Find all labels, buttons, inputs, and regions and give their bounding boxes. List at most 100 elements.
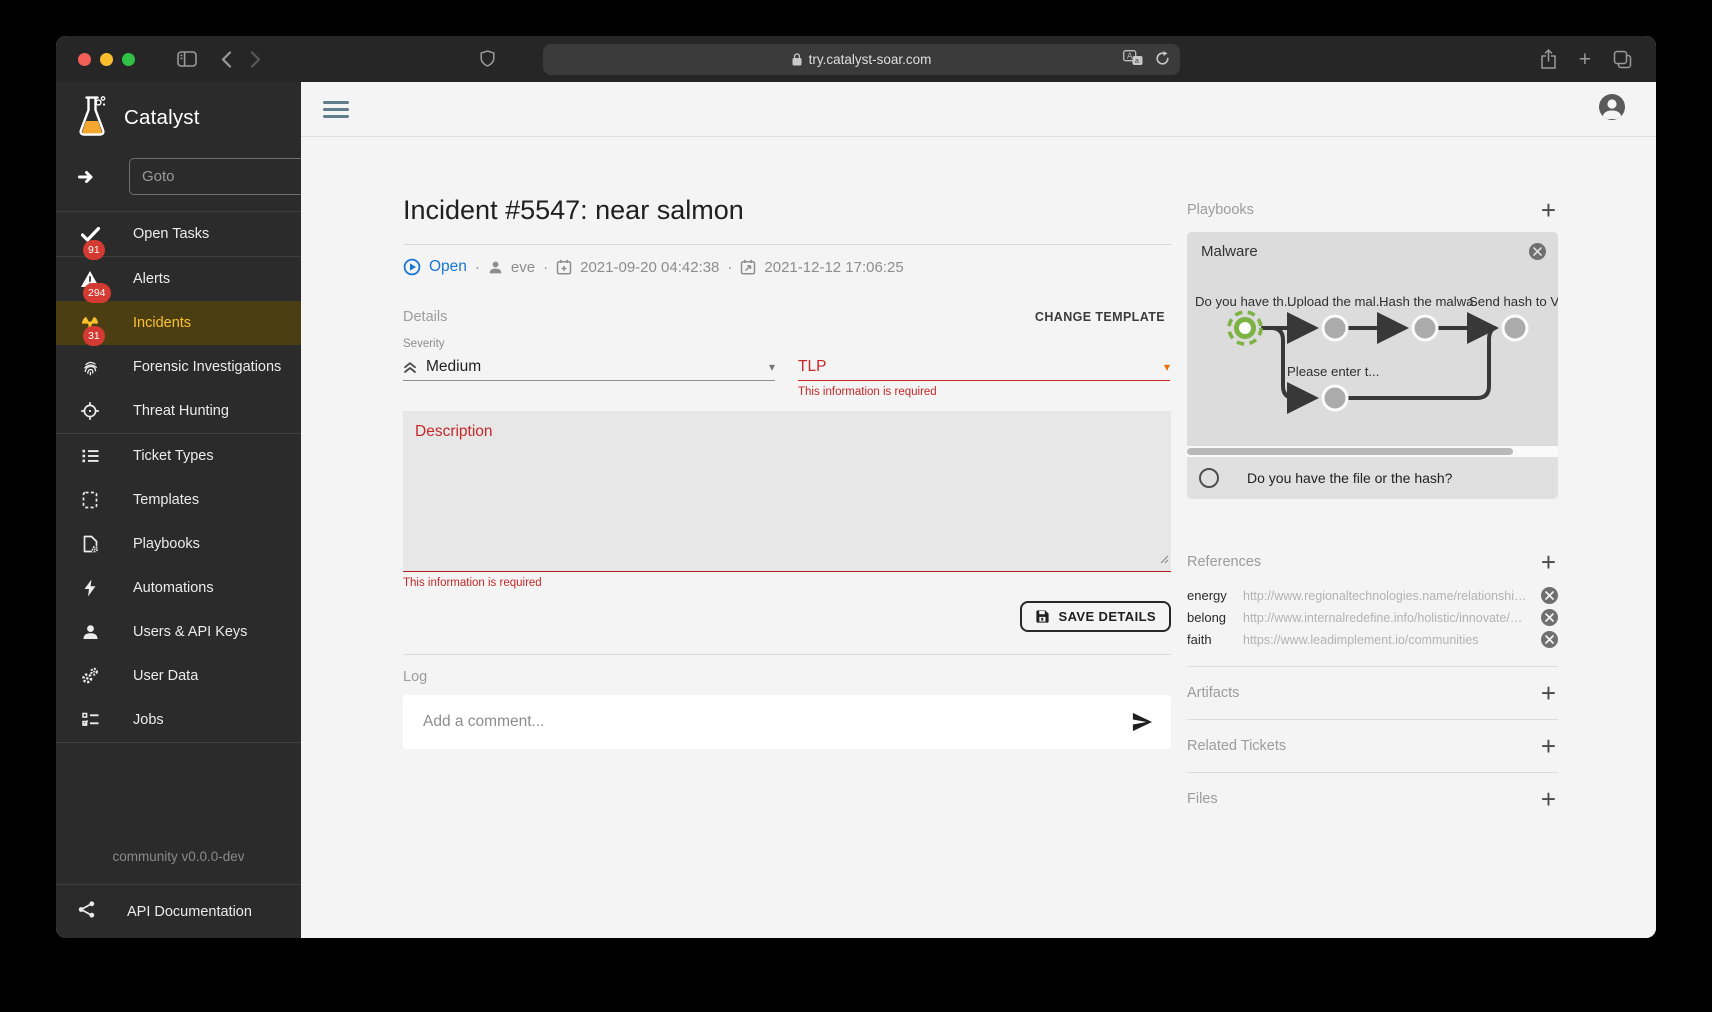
divider: [56, 742, 301, 743]
sidebar-item-users-api-keys[interactable]: Users & API Keys: [56, 610, 301, 654]
add-related-ticket-button[interactable]: +: [1539, 736, 1558, 756]
share-icon[interactable]: [1540, 49, 1557, 69]
remove-reference-button[interactable]: [1541, 587, 1558, 604]
new-tab-button[interactable]: +: [1579, 49, 1591, 70]
artifacts-section: Artifacts +: [1187, 667, 1558, 719]
send-icon[interactable]: [1131, 712, 1153, 732]
comment-input[interactable]: [421, 712, 1131, 732]
comment-box: [403, 695, 1171, 749]
remove-reference-button[interactable]: [1541, 631, 1558, 648]
remove-playbook-button[interactable]: [1529, 243, 1546, 260]
created-at: 2021-09-20 04:42:38: [580, 259, 719, 276]
status-row: Open · eve · 2021-09-20 04:42:38 ·: [403, 258, 1171, 276]
side-panel: Playbooks + Malware: [1187, 157, 1558, 938]
node-label: Hash the malwa.: [1379, 294, 1477, 309]
template-icon: [78, 491, 102, 509]
status-open-icon[interactable]: [403, 258, 421, 276]
playbook-scrollbar[interactable]: [1187, 446, 1558, 457]
description-error: This information is required: [403, 577, 1171, 589]
save-icon: [1035, 609, 1050, 624]
menu-icon[interactable]: [323, 101, 349, 118]
minimize-window-button[interactable]: [100, 53, 113, 66]
sidebar-item-alerts[interactable]: 294 Alerts: [56, 257, 301, 301]
sidebar-item-open-tasks[interactable]: 91 Open Tasks: [56, 212, 301, 256]
node-label: Please enter t...: [1287, 364, 1379, 379]
sidebar-item-jobs[interactable]: Jobs: [56, 698, 301, 742]
reference-row: belong http://www.internalredefine.info/…: [1187, 607, 1558, 628]
separator: ·: [475, 259, 480, 276]
remove-reference-button[interactable]: [1541, 609, 1558, 626]
user-icon: [78, 624, 102, 640]
workflow-node: [1323, 316, 1347, 340]
node-label: Send hash to V: [1469, 294, 1558, 309]
sidebar-item-templates[interactable]: Templates: [56, 478, 301, 522]
resize-handle[interactable]: [1159, 551, 1169, 569]
lock-icon: [792, 53, 802, 66]
sidebar-item-user-data[interactable]: User Data: [56, 654, 301, 698]
main-area: Incident #5547: near salmon Open · eve ·: [301, 82, 1656, 938]
sidebar-item-incidents[interactable]: 31 Incidents: [56, 301, 301, 345]
add-reference-button[interactable]: +: [1539, 552, 1558, 572]
open-tasks-badge: 91: [83, 240, 105, 260]
close-window-button[interactable]: [78, 53, 91, 66]
tlp-field[interactable]: TLP ▾ This information is required: [798, 338, 1170, 398]
status-label[interactable]: Open: [429, 258, 467, 276]
fingerprint-icon: [78, 359, 102, 376]
details-section-label: Details: [403, 309, 447, 325]
list-icon: [78, 448, 102, 464]
browser-titlebar: try.catalyst-soar.com Aa +: [56, 36, 1656, 82]
artifacts-section-label: Artifacts: [1187, 685, 1239, 701]
add-artifact-button[interactable]: +: [1539, 683, 1558, 703]
share-nodes-icon: [78, 901, 96, 923]
translate-icon[interactable]: Aa: [1123, 50, 1143, 69]
goto-row: [56, 154, 301, 211]
sidebar-item-automations[interactable]: Automations: [56, 566, 301, 610]
svg-text:A: A: [1127, 52, 1133, 61]
severity-field[interactable]: Severity Medium ▾: [403, 338, 775, 398]
goto-arrow-icon: [78, 169, 98, 185]
reload-icon[interactable]: [1155, 51, 1170, 69]
sidebar-toggle-icon[interactable]: [177, 51, 197, 67]
forward-button[interactable]: [250, 51, 261, 68]
sidebar-item-threat-hunting[interactable]: Threat Hunting: [56, 389, 301, 433]
modified-at: 2021-12-12 17:06:25: [764, 259, 903, 276]
separator: ·: [727, 259, 732, 276]
sidebar: Catalyst 91 Open Tasks 294: [56, 82, 301, 938]
node-label: Do you have th...: [1195, 294, 1295, 309]
add-file-button[interactable]: +: [1539, 789, 1558, 809]
save-details-button[interactable]: SAVE DETAILS: [1020, 601, 1172, 632]
task-question: Do you have the file or the hash?: [1247, 470, 1452, 486]
sidebar-item-ticket-types[interactable]: Ticket Types: [56, 434, 301, 478]
separator: ·: [543, 259, 548, 276]
privacy-shield-icon[interactable]: [480, 50, 495, 67]
app-bar: [301, 82, 1656, 137]
bolt-icon: [78, 579, 102, 597]
app-name: Catalyst: [124, 106, 200, 130]
playbook-workflow-diagram[interactable]: Do you have th... Upload the mal... Hash…: [1187, 260, 1558, 446]
sidebar-item-forensic-investigations[interactable]: Forensic Investigations: [56, 345, 301, 389]
reference-row: energy http://www.regionaltechnologies.n…: [1187, 585, 1558, 606]
description-textarea[interactable]: Description: [403, 411, 1171, 572]
related-tickets-section: Related Tickets +: [1187, 720, 1558, 772]
scrollbar-thumb[interactable]: [1187, 448, 1513, 455]
description-placeholder: Description: [415, 423, 493, 440]
page-title: Incident #5547: near salmon: [403, 195, 1171, 226]
address-bar[interactable]: try.catalyst-soar.com Aa: [543, 44, 1180, 75]
dropdown-caret-icon: ▾: [769, 360, 775, 374]
task-status-circle[interactable]: [1199, 468, 1219, 488]
change-template-button[interactable]: CHANGE TEMPLATE: [1029, 306, 1171, 328]
back-button[interactable]: [221, 51, 232, 68]
playbook-card: Malware Do you have th... Upload: [1187, 232, 1558, 499]
tab-overview-icon[interactable]: [1613, 50, 1632, 69]
incidents-badge: 31: [83, 326, 105, 346]
references-section-label: References: [1187, 554, 1261, 570]
sidebar-item-api-documentation[interactable]: API Documentation: [56, 884, 301, 938]
avatar[interactable]: [1598, 93, 1626, 126]
zoom-window-button[interactable]: [122, 53, 135, 66]
tlp-placeholder: TLP: [798, 358, 826, 376]
playbook-task-row[interactable]: Do you have the file or the hash?: [1187, 457, 1558, 499]
incident-panel: Incident #5547: near salmon Open · eve ·: [403, 157, 1171, 938]
sidebar-item-playbooks[interactable]: Playbooks: [56, 522, 301, 566]
add-playbook-button[interactable]: +: [1539, 200, 1558, 220]
warning-icon: 294: [78, 270, 102, 288]
